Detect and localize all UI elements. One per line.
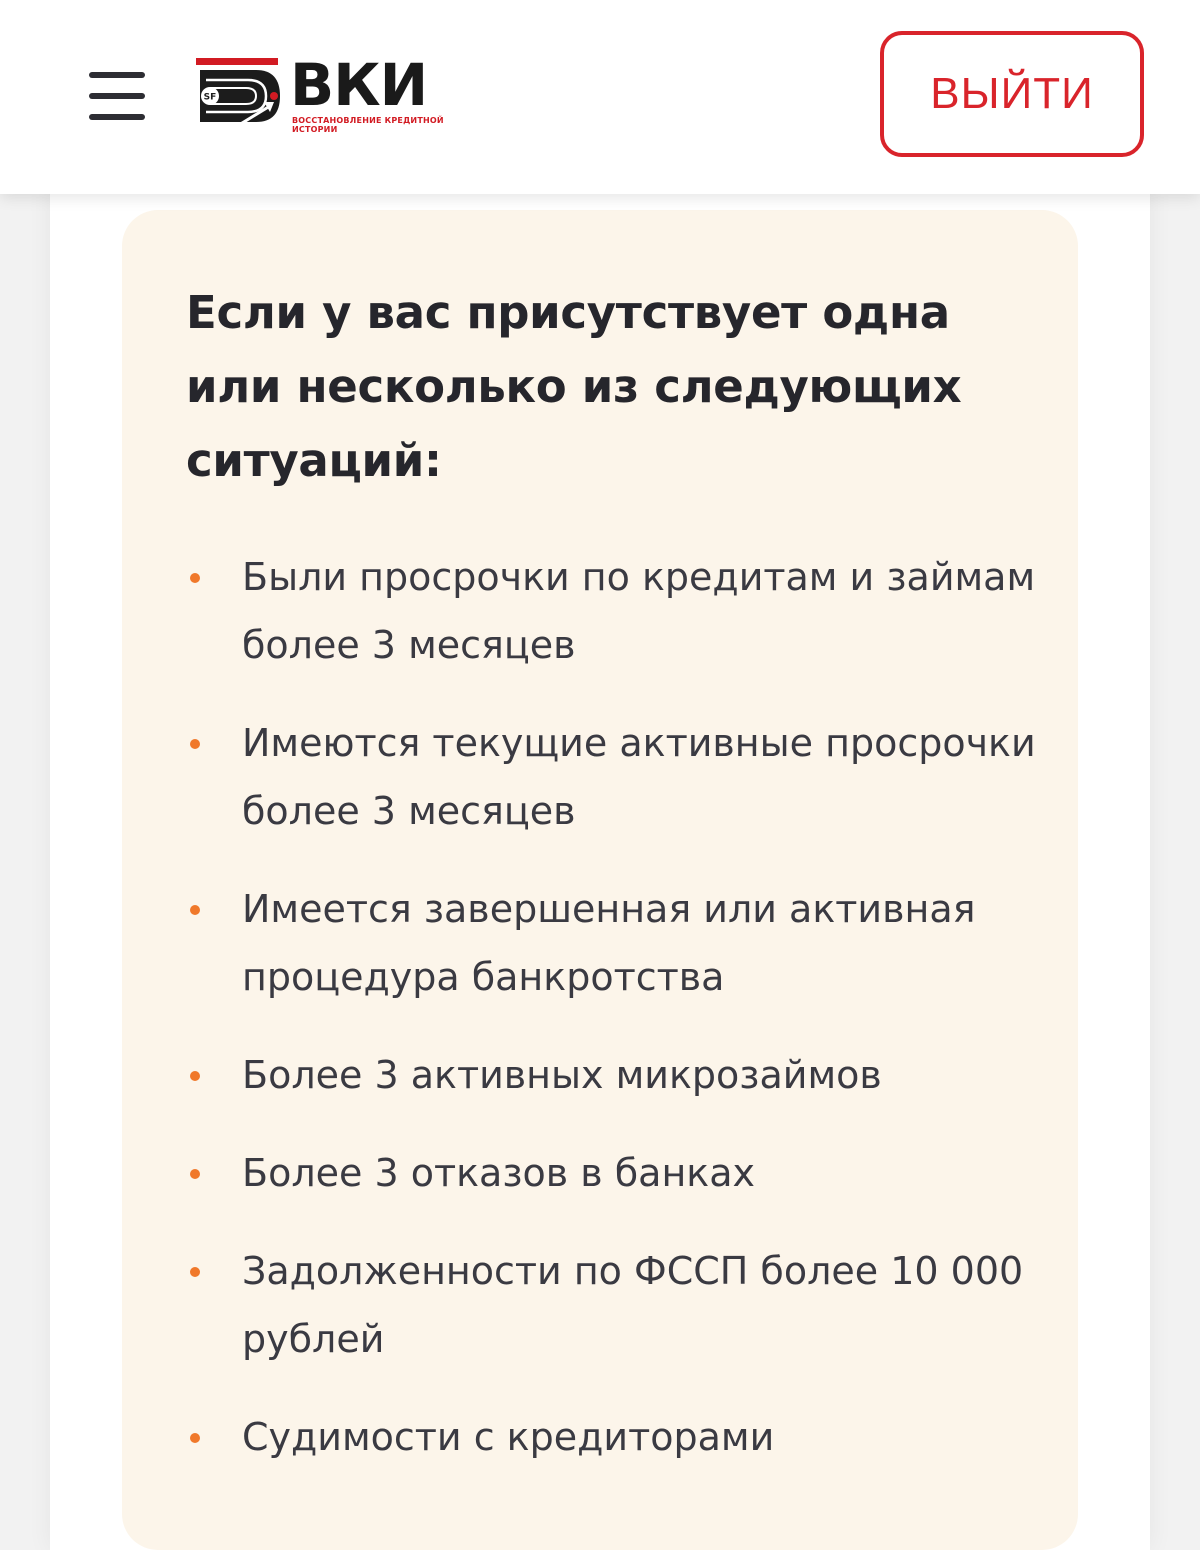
list-item-text: Задолженности по ФССП более 10 000 рубле…: [242, 1249, 1024, 1361]
list-item-text: Более 3 отказов в банках: [242, 1151, 756, 1195]
situations-list: Были просрочки по кредитам и займам боле…: [186, 543, 1046, 1501]
bullet-icon: [190, 1169, 200, 1179]
menu-line: [89, 93, 145, 99]
list-item: Были просрочки по кредитам и займам боле…: [186, 543, 1046, 679]
card-title: Если у вас присутствует одна или несколь…: [186, 286, 962, 487]
list-item-text: Более 3 активных микрозаймов: [242, 1053, 882, 1097]
menu-line: [89, 72, 145, 78]
top-header: SF ВКИ ВОССТАНОВЛЕНИЕ КРЕДИТНОЙ ИСТОРИИ …: [0, 0, 1200, 194]
list-item-text: Имеются текущие активные просрочки более…: [242, 721, 1036, 833]
logo-mark-text: SF: [204, 93, 217, 103]
list-item: Имеются текущие активные просрочки более…: [186, 709, 1046, 845]
logo-emblem-icon: SF: [196, 58, 280, 130]
list-item: Судимости с кредиторами: [186, 1403, 1046, 1471]
bullet-icon: [190, 1433, 200, 1443]
bullet-icon: [190, 905, 200, 915]
hamburger-menu-icon[interactable]: [86, 70, 148, 122]
logo-wordmark: ВКИ: [290, 51, 428, 119]
list-item: Более 3 активных микрозаймов: [186, 1041, 1046, 1109]
list-item: Задолженности по ФССП более 10 000 рубле…: [186, 1237, 1046, 1373]
list-item: Более 3 отказов в банках: [186, 1139, 1046, 1207]
logout-button[interactable]: ВЫЙТИ: [880, 31, 1144, 157]
list-item: Имеется завершенная или активная процеду…: [186, 875, 1046, 1011]
menu-line: [89, 114, 145, 120]
list-item-text: Имеется завершенная или активная процеду…: [242, 887, 976, 999]
bullet-icon: [190, 1071, 200, 1081]
list-item-text: Были просрочки по кредитам и займам боле…: [242, 555, 1036, 667]
list-item-text: Судимости с кредиторами: [242, 1415, 775, 1459]
bullet-icon: [190, 739, 200, 749]
bullet-icon: [190, 573, 200, 583]
brand-logo[interactable]: SF ВКИ ВОССТАНОВЛЕНИЕ КРЕДИТНОЙ ИСТОРИИ: [196, 56, 456, 140]
situations-card: Если у вас присутствует одна или несколь…: [122, 210, 1078, 1550]
bullet-icon: [190, 1267, 200, 1277]
logo-subtitle: ВОССТАНОВЛЕНИЕ КРЕДИТНОЙ ИСТОРИИ: [292, 116, 444, 134]
